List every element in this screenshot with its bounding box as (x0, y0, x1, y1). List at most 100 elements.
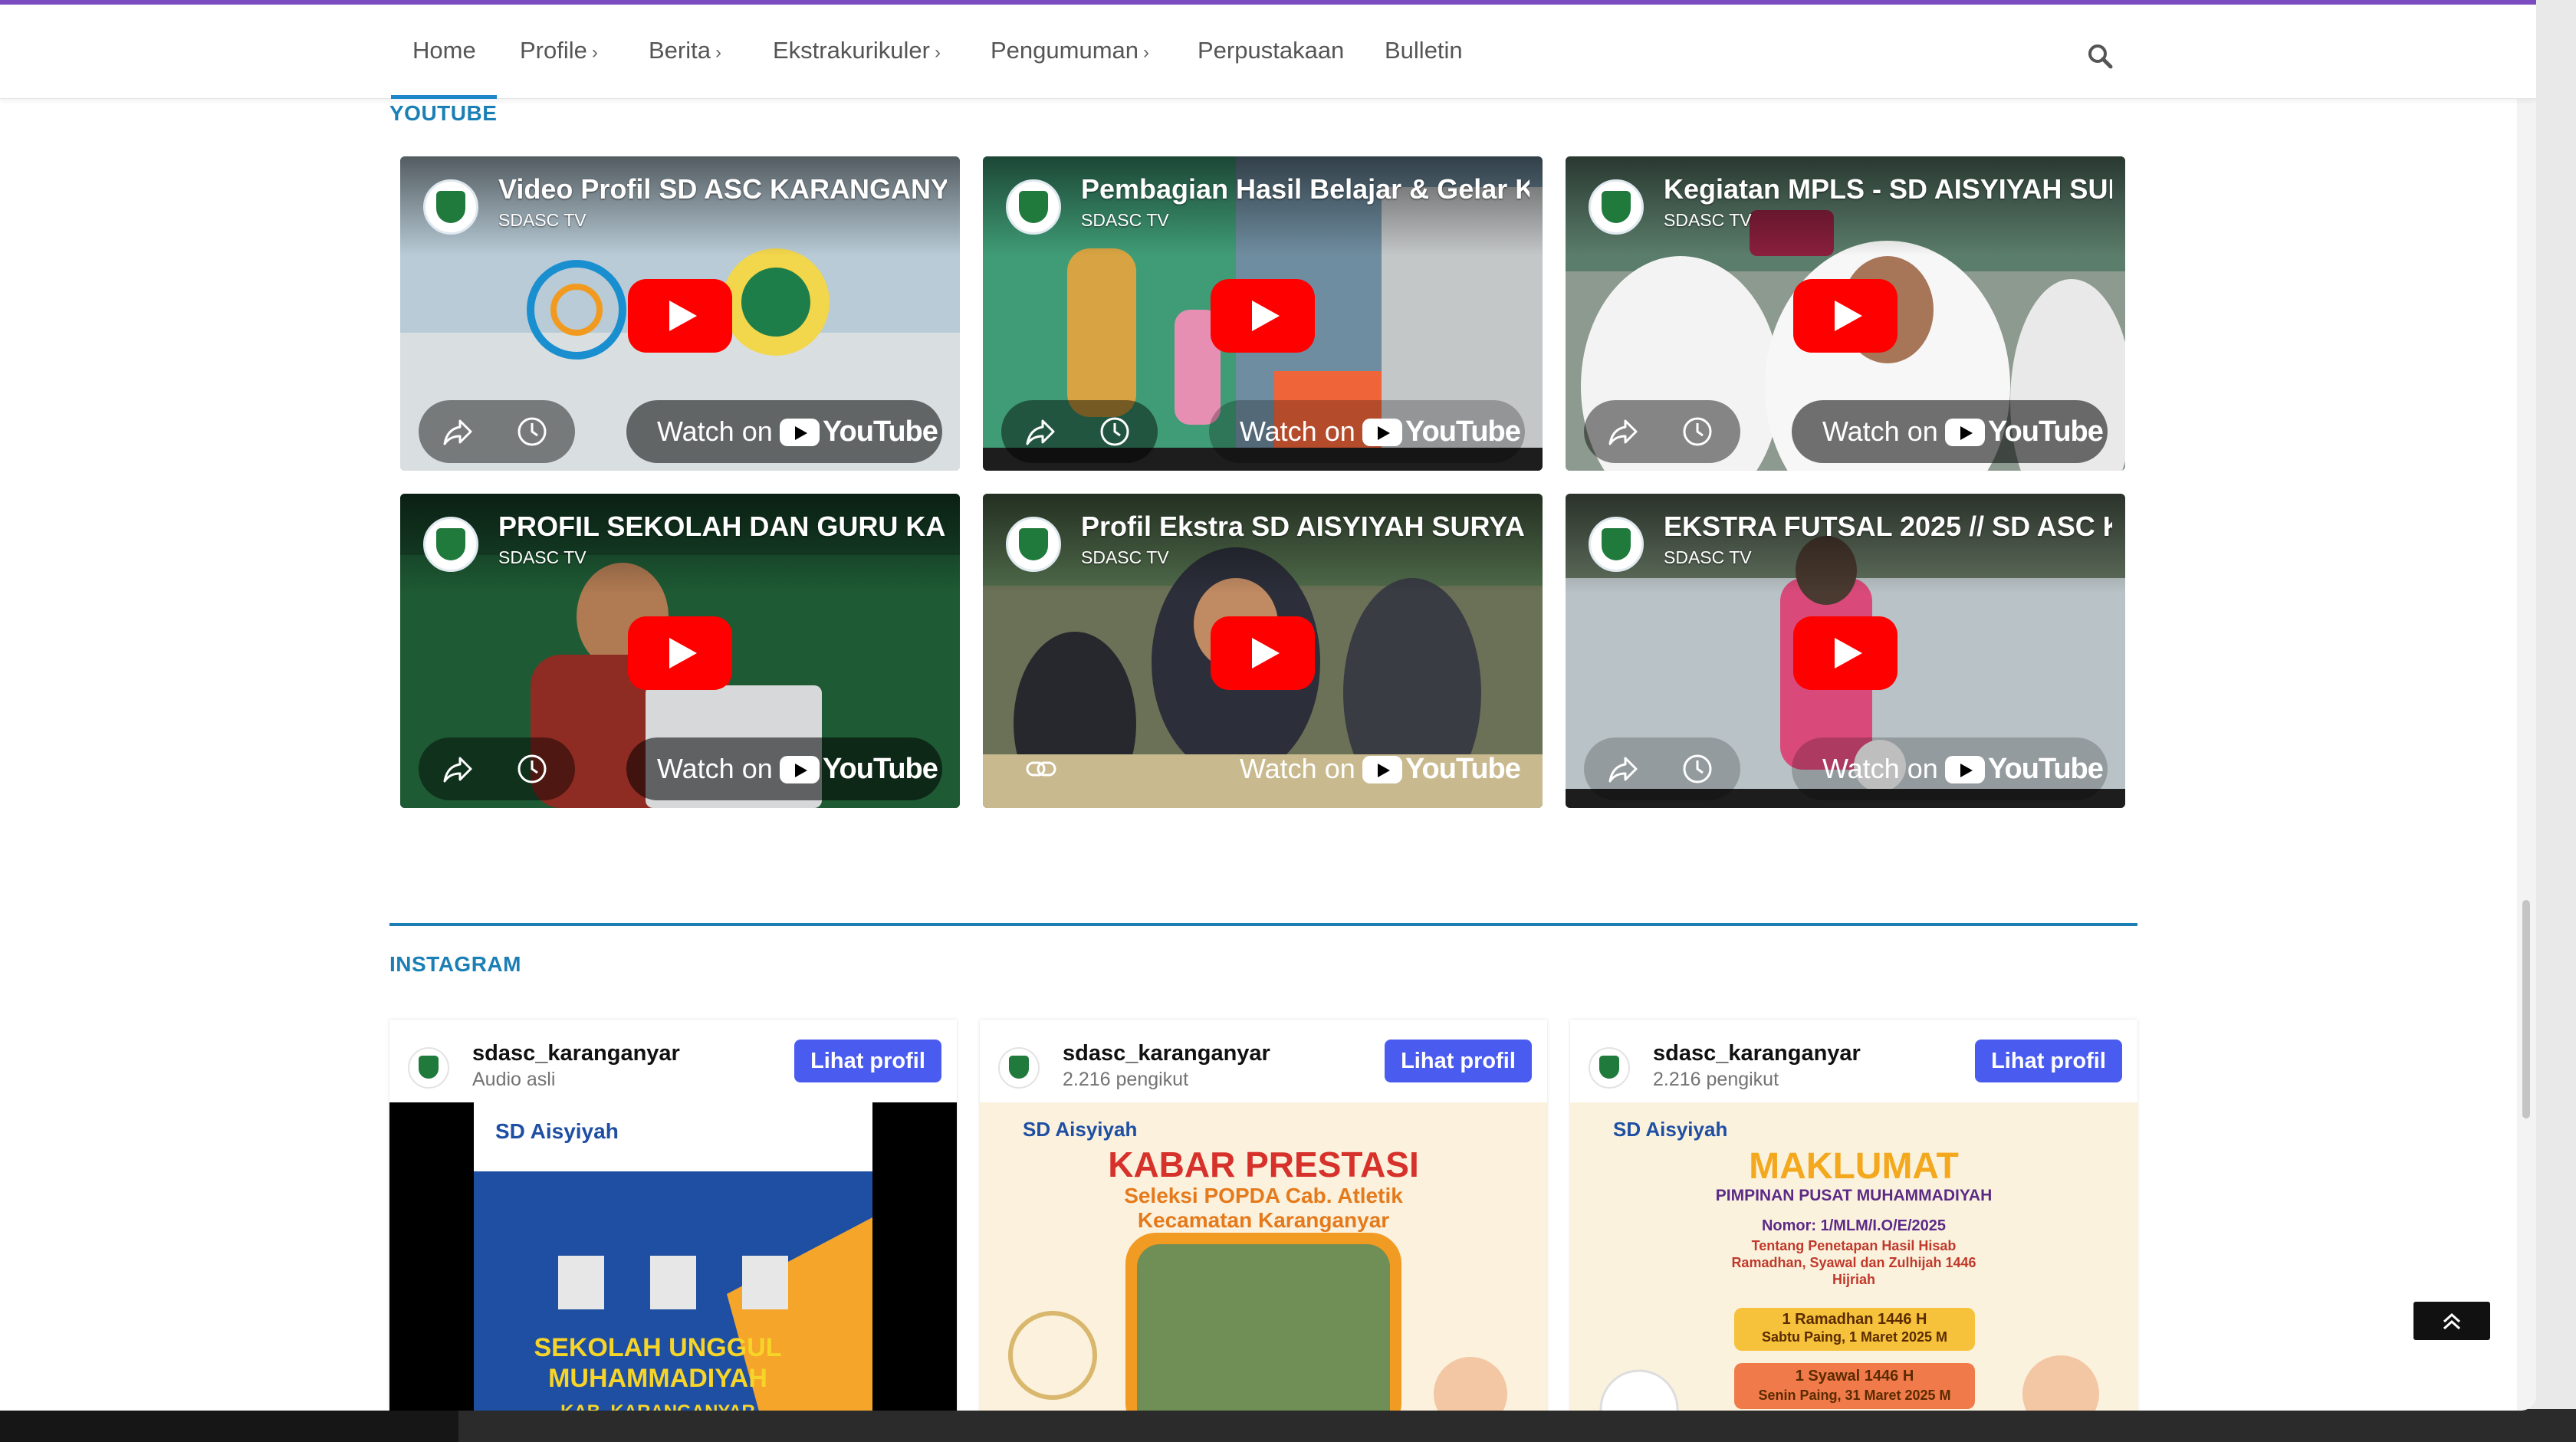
watch-on-youtube-button[interactable]: Watch on YouTube (1792, 400, 2108, 463)
channel-logo[interactable] (1006, 517, 1061, 572)
nav-pengumuman-label: Pengumuman (991, 37, 1139, 64)
poster-date2-sub: Senin Paing, 31 Maret 2025 M (1758, 1388, 1951, 1403)
watch-later-icon[interactable] (1098, 415, 1132, 448)
video-channel[interactable]: SDASC TV (1081, 210, 1169, 231)
play-button[interactable] (628, 616, 732, 690)
share-icon[interactable] (1024, 415, 1058, 448)
youtube-video-card[interactable]: Pembagian Hasil Belajar & Gelar Karya SD… (983, 156, 1543, 471)
poster-decree-subject: Tentang Penetapan Hasil Hisab Ramadhan, … (1731, 1238, 1976, 1287)
nav-profile-label: Profile (520, 37, 587, 64)
watch-on-youtube-button[interactable]: Watch on YouTube (626, 737, 942, 800)
youtube-video-card[interactable]: Video Profil SD ASC KARANGANYAR SDASC TV… (400, 156, 960, 471)
watch-on-youtube-button[interactable]: Watch on YouTube (1209, 400, 1525, 463)
instagram-post-media[interactable]: SD Aisyiyah MAKLUMAT PIMPINAN PUSAT MUHA… (1570, 1102, 2137, 1411)
video-channel[interactable]: SDASC TV (498, 547, 586, 568)
nav-berita[interactable]: Berita › (649, 37, 721, 64)
share-icon[interactable] (442, 415, 475, 448)
share-icon[interactable] (442, 752, 475, 786)
youtube-wordmark: YouTube (1988, 416, 2104, 448)
youtube-wordmark: YouTube (1988, 753, 2104, 785)
channel-logo[interactable] (1589, 179, 1644, 235)
video-title[interactable]: Kegiatan MPLS - SD AISYIYAH SURYA (1664, 173, 2112, 205)
poster-subheadline: PIMPINAN PUSAT MUHAMMADIYAH (1715, 1187, 1993, 1204)
play-button[interactable] (1793, 616, 1898, 690)
watch-on-youtube-button[interactable]: Watch on YouTube (1209, 737, 1525, 800)
nav-perpustakaan[interactable]: Perpustakaan (1198, 37, 1344, 64)
nav-perpustakaan-label: Perpustakaan (1198, 37, 1345, 64)
video-title-gradient (983, 156, 1543, 256)
instagram-post-card[interactable]: sdasc_karanganyar 2.216 pengikut Lihat p… (1570, 1020, 2137, 1411)
play-button[interactable] (1793, 279, 1898, 353)
nav-home[interactable]: Home (412, 37, 476, 64)
youtube-video-card[interactable]: Profil Ekstra SD AISYIYAH SURYA CERIA SD… (983, 494, 1543, 808)
profile-avatar[interactable] (998, 1047, 1040, 1089)
play-button[interactable] (1211, 616, 1315, 690)
instagram-username[interactable]: sdasc_karanganyar (472, 1041, 680, 1066)
instagram-username[interactable]: sdasc_karanganyar (1653, 1041, 1861, 1066)
instagram-post-card[interactable]: sdasc_karanganyar Audio asli Lihat profi… (389, 1020, 957, 1411)
watch-later-icon[interactable] (1681, 752, 1714, 786)
view-profile-button[interactable]: Lihat profil (1385, 1040, 1532, 1082)
watch-later-icon[interactable] (515, 415, 549, 448)
instagram-post-header: sdasc_karanganyar 2.216 pengikut Lihat p… (1570, 1020, 2137, 1102)
youtube-wordmark: YouTube (1405, 416, 1521, 448)
watch-on-label: Watch on (1240, 416, 1355, 447)
instagram-post-media[interactable]: SD Aisyiyah KABAR PRESTASI Seleksi POPDA… (980, 1102, 1547, 1411)
profile-avatar[interactable] (408, 1047, 449, 1089)
video-title[interactable]: Pembagian Hasil Belajar & Gelar Karya (1081, 173, 1530, 205)
instagram-subtitle: 2.216 pengikut (1653, 1069, 1779, 1090)
video-title-gradient (400, 156, 960, 256)
channel-logo[interactable] (423, 517, 478, 572)
chevron-right-icon: › (1143, 42, 1150, 63)
watch-on-label: Watch on (1822, 753, 1938, 784)
watch-on-youtube-button[interactable]: Watch on YouTube (626, 400, 942, 463)
chevron-right-icon: › (591, 42, 598, 63)
youtube-video-card[interactable]: Kegiatan MPLS - SD AISYIYAH SURYA SDASC … (1566, 156, 2125, 471)
channel-logo[interactable] (1589, 517, 1644, 572)
instagram-username[interactable]: sdasc_karanganyar (1063, 1041, 1270, 1066)
video-channel[interactable]: SDASC TV (1664, 210, 1752, 231)
video-channel[interactable]: SDASC TV (1664, 547, 1752, 568)
copy-link-icon[interactable] (1024, 752, 1058, 786)
scrollbar-thumb[interactable] (2522, 900, 2530, 1118)
section-divider (389, 923, 2137, 926)
search-icon[interactable] (2087, 43, 2113, 69)
poster-headline: KABAR PRESTASI (1108, 1145, 1419, 1184)
video-title-gradient (400, 494, 960, 593)
poster-date1-title: 1 Ramadhan 1446 H (1782, 1311, 1927, 1328)
youtube-video-card[interactable]: EKSTRA FUTSAL 2025 // SD ASC KARANGANYAR… (1566, 494, 2125, 808)
channel-logo[interactable] (423, 179, 478, 235)
instagram-post-media[interactable]: SD Aisyiyah SEKOLAH UNGGUL MUHAMMADIYAH … (389, 1102, 957, 1411)
video-title-gradient (1566, 494, 2125, 593)
nav-bulletin[interactable]: Bulletin (1385, 37, 1463, 64)
profile-avatar[interactable] (1589, 1047, 1630, 1089)
play-button[interactable] (1211, 279, 1315, 353)
nav-ekstrakurikuler[interactable]: Ekstrakurikuler › (773, 37, 941, 64)
poster-date1-sub: Sabtu Paing, 1 Maret 2025 M (1761, 1329, 1948, 1345)
channel-logo[interactable] (1006, 179, 1061, 235)
nav-profile[interactable]: Profile › (520, 37, 598, 64)
watch-on-youtube-button[interactable]: Watch on YouTube (1792, 737, 2108, 800)
video-title[interactable]: Video Profil SD ASC KARANGANYAR (498, 173, 947, 205)
watch-later-icon[interactable] (515, 752, 549, 786)
video-controls (1584, 737, 1740, 800)
page-scrollbar[interactable] (2517, 98, 2536, 1411)
instagram-post-card[interactable]: sdasc_karanganyar 2.216 pengikut Lihat p… (980, 1020, 1547, 1411)
video-channel[interactable]: SDASC TV (1081, 547, 1169, 568)
youtube-video-card[interactable]: PROFIL SEKOLAH DAN GURU KARYAWAN SDASC T… (400, 494, 960, 808)
view-profile-button[interactable]: Lihat profil (794, 1040, 941, 1082)
nav-pengumuman[interactable]: Pengumuman › (991, 37, 1149, 64)
video-title[interactable]: Profil Ekstra SD AISYIYAH SURYA CERIA (1081, 511, 1530, 543)
view-profile-button[interactable]: Lihat profil (1975, 1040, 2122, 1082)
video-title[interactable]: EKSTRA FUTSAL 2025 // SD ASC KARANGANYAR (1664, 511, 2112, 543)
watch-later-icon[interactable] (1681, 415, 1714, 448)
play-button[interactable] (628, 279, 732, 353)
taskbar-left-segment (0, 1409, 458, 1442)
share-icon[interactable] (1607, 752, 1641, 786)
video-title[interactable]: PROFIL SEKOLAH DAN GURU KARYAWAN (498, 511, 947, 543)
youtube-section-title: YOUTUBE (389, 101, 498, 125)
share-icon[interactable] (1607, 415, 1641, 448)
video-controls (419, 737, 575, 800)
video-channel[interactable]: SDASC TV (498, 210, 586, 231)
back-to-top-button[interactable] (2413, 1302, 2490, 1340)
